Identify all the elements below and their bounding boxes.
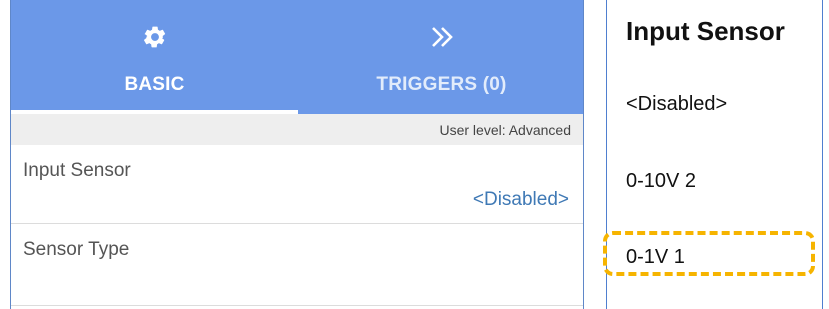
settings-panel: BASIC TRIGGERS (0) User level: Advanced …	[10, 0, 584, 309]
input-sensor-value: <Disabled>	[472, 189, 569, 210]
tab-bar: BASIC TRIGGERS (0)	[11, 0, 583, 114]
input-sensor-label: Input Sensor	[23, 160, 131, 181]
tab-basic[interactable]: BASIC	[11, 0, 298, 114]
gear-icon	[11, 22, 298, 52]
option-0-1v-1[interactable]: 0-1V 1	[626, 246, 685, 269]
input-sensor-row[interactable]: Input Sensor <Disabled>	[11, 145, 583, 224]
sensor-type-label: Sensor Type	[23, 239, 130, 260]
tab-basic-label: BASIC	[124, 74, 185, 95]
sensor-type-row[interactable]: Sensor Type	[11, 224, 583, 306]
tab-triggers-label: TRIGGERS (0)	[376, 74, 507, 95]
option-0-10v-2[interactable]: 0-10V 2	[626, 170, 696, 193]
user-level-text: User level: Advanced	[439, 122, 571, 138]
dropdown-title: Input Sensor	[626, 16, 785, 46]
user-level-bar: User level: Advanced	[11, 114, 583, 145]
option-disabled[interactable]: <Disabled>	[626, 93, 727, 116]
double-chevron-right-icon	[298, 22, 583, 52]
input-sensor-dropdown: Input Sensor <Disabled> 0-10V 2 0-1V 1	[606, 0, 823, 309]
tab-triggers[interactable]: TRIGGERS (0)	[298, 0, 583, 114]
